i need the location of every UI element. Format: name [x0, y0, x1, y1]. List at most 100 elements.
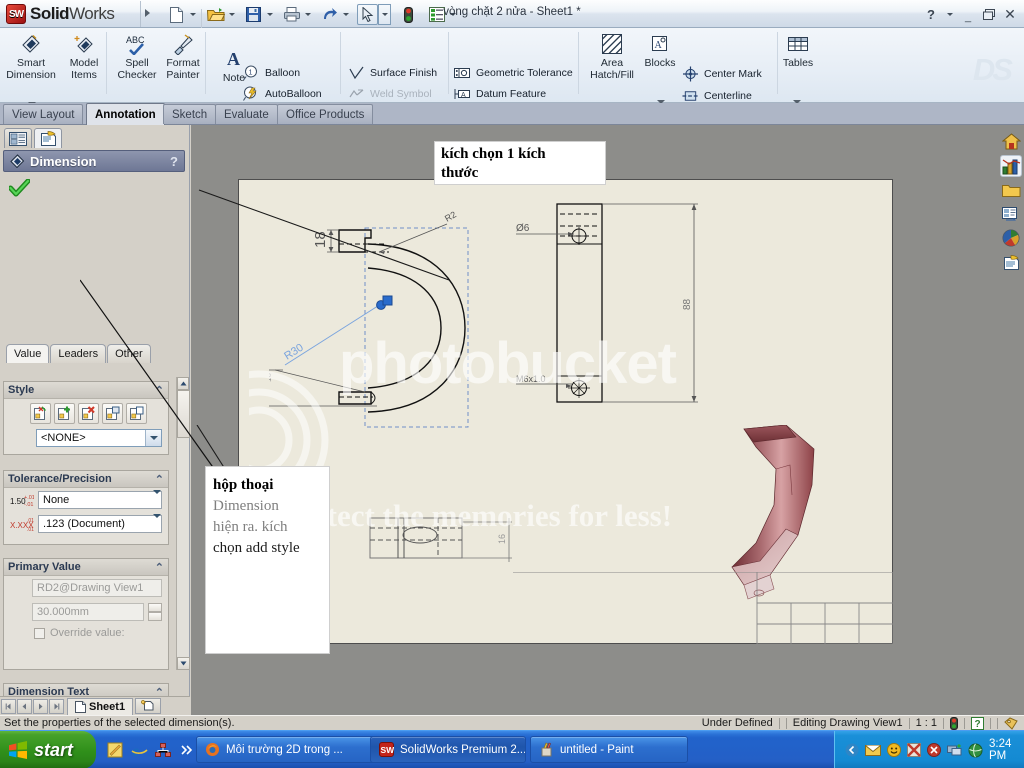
datum-feature-item[interactable]: A Datum Feature: [454, 84, 546, 103]
file-explorer-button[interactable]: [1000, 179, 1022, 201]
minimize-button[interactable]: _: [960, 7, 976, 23]
tab-annotation[interactable]: Annotation: [86, 103, 165, 125]
dimension-value-stepper[interactable]: [148, 603, 162, 621]
left-chevron-icon[interactable]: [845, 742, 859, 758]
network-status-icon[interactable]: [947, 742, 962, 758]
status-scale: 1 : 1: [915, 717, 937, 729]
format-painter-label-2: Painter: [166, 69, 200, 81]
pm-tab-leaders[interactable]: Leaders: [50, 344, 107, 363]
datum-feature-icon: A: [454, 85, 471, 102]
network-icon[interactable]: [154, 741, 172, 759]
override-value-checkbox[interactable]: [34, 627, 45, 639]
model-items-button[interactable]: Model Items: [57, 31, 111, 81]
format-painter-button[interactable]: Format Painter: [156, 31, 210, 81]
pm-scroll-up-button[interactable]: [177, 377, 189, 390]
area-hatch-fill-button[interactable]: Area Hatch/Fill: [582, 31, 642, 81]
feature-manager-tab[interactable]: [4, 128, 32, 148]
question-mark-icon[interactable]: ?: [971, 716, 984, 730]
design-library-button[interactable]: [1000, 155, 1022, 177]
notepad-icon[interactable]: [106, 741, 124, 759]
next-sheet-button[interactable]: [33, 698, 48, 714]
title-block[interactable]: [513, 572, 893, 644]
accept-dimension-button[interactable]: [8, 177, 30, 199]
pm-tab-other[interactable]: Other: [107, 344, 151, 363]
svg-text:+.01: +.01: [24, 495, 34, 501]
precision-caret-icon[interactable]: [153, 514, 161, 530]
last-sheet-button[interactable]: [49, 698, 64, 714]
balloon-item[interactable]: 1 Balloon: [243, 63, 300, 82]
property-manager-scrollbar[interactable]: [176, 377, 190, 670]
tolerance-collapse-chevron-icon[interactable]: ⌃: [155, 473, 164, 486]
custom-properties-button[interactable]: [1000, 251, 1022, 273]
tables-button[interactable]: Tables: [778, 31, 818, 69]
unikey-icon[interactable]: [907, 742, 921, 758]
previous-sheet-button[interactable]: [17, 698, 32, 714]
apply-style-button[interactable]: [30, 403, 51, 424]
precision-select[interactable]: .123 (Document): [38, 514, 162, 533]
override-value-row[interactable]: Override value:: [4, 624, 168, 645]
surface-finish-label: Surface Finish: [370, 66, 438, 79]
sheet-tab-sheet1[interactable]: Sheet1: [67, 697, 134, 715]
style-select[interactable]: <NONE>: [36, 429, 162, 447]
style-section-header[interactable]: Style ⌃: [4, 382, 168, 399]
help-caret-icon[interactable]: [944, 4, 955, 25]
primary-value-header[interactable]: Primary Value ⌃: [4, 559, 168, 576]
drawing-sheet[interactable]: 18 R2 R30 16 Ø6 M6x1.0 88 16 photobucket…: [238, 179, 893, 644]
autoballoon-item[interactable]: AutoBalloon: [243, 84, 322, 103]
add-style-button[interactable]: [54, 403, 75, 424]
pm-scroll-down-button[interactable]: [177, 657, 190, 670]
update-globe-icon[interactable]: [968, 742, 983, 758]
ie-e-icon[interactable]: e: [130, 741, 148, 759]
tab-evaluate[interactable]: Evaluate: [215, 104, 278, 124]
center-mark-item[interactable]: Center Mark: [682, 64, 762, 83]
dim-88-text: 88: [682, 298, 693, 310]
surface-finish-item[interactable]: Surface Finish: [348, 63, 437, 82]
traffic-light-icon[interactable]: [950, 716, 958, 730]
mail-icon[interactable]: [865, 742, 881, 758]
close-button[interactable]: ✕: [1002, 6, 1018, 23]
precision-value: .123 (Document): [43, 518, 125, 530]
tag-icon[interactable]: [1004, 716, 1018, 730]
style-select-caret-icon[interactable]: [145, 430, 161, 446]
save-style-button[interactable]: [102, 403, 123, 424]
pm-tab-value[interactable]: Value: [6, 344, 50, 363]
delete-style-button[interactable]: [78, 403, 99, 424]
double-chevron-icon[interactable]: [178, 741, 196, 759]
override-value-label: Override value:: [50, 627, 125, 639]
tab-office-products[interactable]: Office Products: [277, 104, 374, 124]
dimension-name-field[interactable]: RD2@Drawing View1: [32, 579, 162, 597]
appearances-button[interactable]: [1000, 227, 1022, 249]
tolerance-type-select[interactable]: None: [38, 490, 162, 509]
block-icon: A: [640, 31, 680, 57]
restore-button[interactable]: [981, 7, 997, 23]
taskbar-firefox[interactable]: Môi trường 2D trong ...: [196, 736, 376, 763]
first-sheet-button[interactable]: [1, 698, 16, 714]
taskbar-paint[interactable]: untitled - Paint: [530, 736, 688, 763]
smart-dimension-button[interactable]: Smart Dimension: [4, 31, 58, 81]
view-palette-panel-button[interactable]: [1000, 203, 1022, 225]
geometric-tolerance-item[interactable]: Geometric Tolerance: [454, 63, 573, 82]
shield-alert-icon[interactable]: [927, 742, 941, 758]
centerline-label: Centerline: [704, 89, 752, 102]
add-sheet-button[interactable]: [135, 698, 162, 714]
tab-view-layout[interactable]: View Layout: [3, 104, 84, 124]
help-button[interactable]: ?: [923, 7, 939, 23]
pm-scroll-thumb[interactable]: [177, 390, 190, 438]
primary-value-collapse-chevron-icon[interactable]: ⌃: [155, 561, 164, 574]
start-button[interactable]: start: [0, 731, 96, 768]
smiley-icon[interactable]: [887, 742, 901, 758]
tolerance-section-header[interactable]: Tolerance/Precision ⌃: [4, 471, 168, 488]
blocks-button[interactable]: A Blocks: [640, 31, 680, 69]
property-manager-help-button[interactable]: ?: [170, 154, 178, 169]
tolerance-type-caret-icon[interactable]: [153, 490, 161, 506]
load-style-button[interactable]: [126, 403, 147, 424]
tab-sketch[interactable]: Sketch: [163, 104, 217, 124]
property-manager-tab[interactable]: [34, 128, 62, 148]
taskbar-clock[interactable]: 3:24 PM: [989, 738, 1024, 762]
taskbar-solidworks[interactable]: SW SolidWorks Premium 2...: [370, 736, 526, 763]
style-collapse-chevron-icon[interactable]: ⌃: [155, 384, 164, 397]
drawing-view-front[interactable]: Ø6 M6x1.0 88: [512, 198, 727, 423]
solidworks-resources-button[interactable]: [1000, 131, 1022, 153]
dimension-value-field[interactable]: 30.000mm: [32, 603, 144, 621]
drawing-view-top[interactable]: 16: [364, 510, 534, 595]
